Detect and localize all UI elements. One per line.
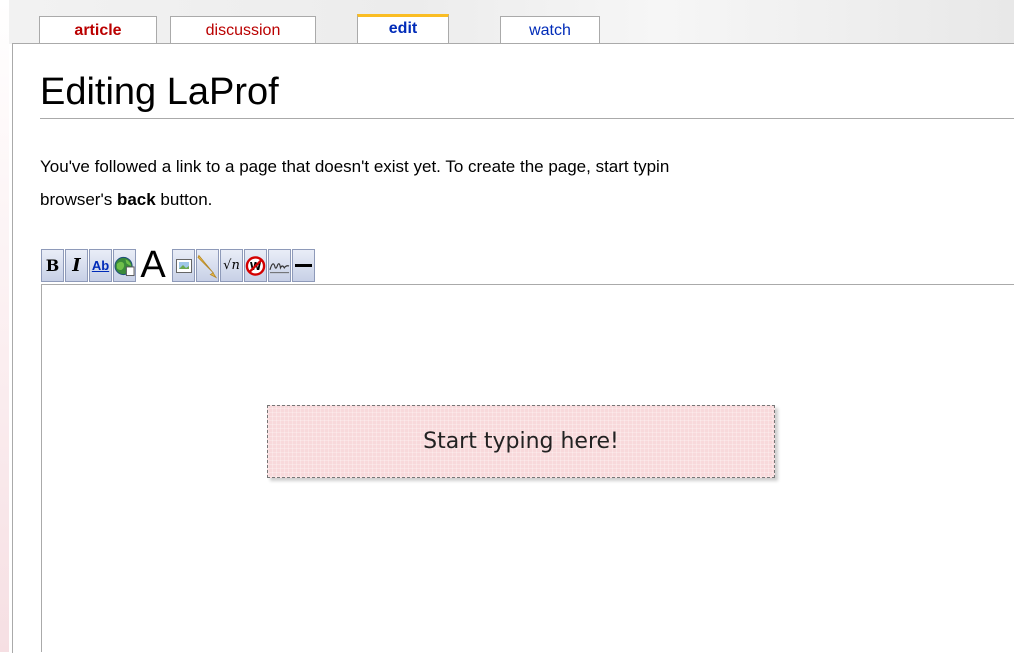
embedded-image-button[interactable] (172, 249, 195, 282)
internal-link-icon: Ab (91, 258, 110, 273)
trumpet-icon (197, 254, 218, 278)
notice-text-end: button. (155, 190, 213, 209)
bold-button[interactable]: B (41, 249, 64, 282)
math-icon: √n (223, 258, 240, 273)
headline-icon: A (140, 249, 166, 282)
tab-edit[interactable]: edit (357, 14, 449, 43)
skin-left-strip (0, 0, 9, 652)
signature-icon (269, 262, 290, 273)
no-wiki-icon: W (245, 255, 266, 276)
tab-discussion[interactable]: discussion (170, 16, 316, 43)
start-typing-callout: Start typing here! (267, 405, 775, 478)
headline-button[interactable]: A (137, 249, 169, 282)
page-title: Editing LaProf (40, 71, 279, 113)
media-file-button[interactable] (196, 249, 219, 282)
italic-button[interactable]: I (65, 249, 88, 282)
title-divider (40, 118, 1014, 119)
signature-button[interactable] (268, 249, 291, 282)
notice-text-line2: browser's (40, 190, 117, 209)
tab-watch[interactable]: watch (500, 16, 600, 43)
start-typing-text: Start typing here! (423, 429, 619, 454)
external-link-button[interactable] (113, 249, 136, 282)
math-formula-button[interactable]: √n (220, 249, 243, 282)
nonexistent-page-notice: You've followed a link to a page that do… (40, 150, 1014, 216)
italic-icon: I (72, 255, 81, 276)
bold-icon: B (45, 256, 60, 275)
image-icon (175, 258, 192, 273)
nowiki-button[interactable]: W (244, 249, 267, 282)
internal-link-button[interactable]: Ab (89, 249, 112, 282)
back-keyword: back (116, 190, 156, 209)
notice-text-line1: You've followed a link to a page that do… (40, 157, 670, 176)
horizontal-line-icon (295, 264, 312, 267)
tab-article[interactable]: article (39, 16, 157, 43)
globe-icon (114, 256, 135, 276)
horizontal-line-button[interactable] (292, 249, 315, 282)
